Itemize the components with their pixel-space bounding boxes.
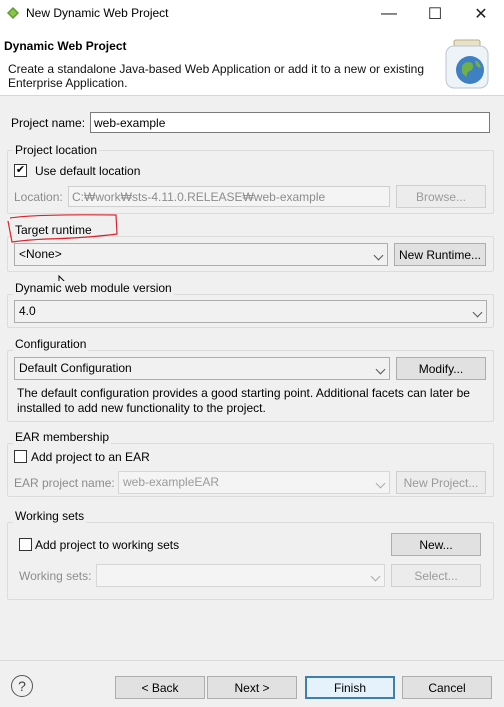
red-annotation-circle (6, 212, 120, 244)
chevron-down-icon (375, 364, 386, 375)
configuration-select[interactable]: Default Configuration (14, 357, 390, 380)
add-to-working-sets-checkbox[interactable] (19, 538, 32, 551)
working-sets-label: Working sets: (19, 569, 92, 583)
chevron-down-icon (370, 571, 381, 582)
next-button[interactable]: Next > (207, 676, 297, 699)
configuration-title: Configuration (13, 337, 89, 351)
window-title: New Dynamic Web Project (26, 6, 169, 20)
configuration-note: The default configuration provides a goo… (17, 386, 470, 415)
minimize-button[interactable]: — (366, 0, 412, 28)
globe-jar-icon (440, 36, 496, 92)
module-version-value: 4.0 (19, 304, 36, 318)
close-button[interactable]: ✕ (458, 0, 504, 28)
new-runtime-button[interactable]: New Runtime... (394, 243, 486, 266)
ear-project-name-label: EAR project name: (14, 476, 115, 490)
target-runtime-select[interactable]: <None> (14, 243, 388, 266)
select-working-sets-button[interactable]: Select... (391, 564, 481, 587)
new-ear-project-button[interactable]: New Project... (396, 471, 486, 494)
module-version-select[interactable]: 4.0 (14, 300, 487, 323)
working-sets-select[interactable] (96, 564, 385, 587)
browse-button[interactable]: Browse... (396, 185, 486, 208)
target-runtime-value: <None> (19, 247, 62, 261)
finish-button[interactable]: Finish (305, 676, 395, 699)
checkmark-icon: ✔ (15, 164, 26, 176)
wizard-description: Create a standalone Java-based Web Appli… (8, 62, 425, 90)
ear-project-name-value: web-exampleEAR (123, 475, 220, 489)
back-button[interactable]: < Back (115, 676, 205, 699)
project-location-title: Project location (13, 143, 100, 157)
ear-project-name-select[interactable]: web-exampleEAR (118, 471, 390, 494)
app-icon (6, 6, 20, 20)
configuration-value: Default Configuration (19, 361, 132, 375)
chevron-down-icon (373, 250, 384, 261)
location-label: Location: (14, 190, 63, 204)
help-icon[interactable]: ? (11, 675, 33, 697)
working-sets-title: Working sets (13, 509, 87, 523)
use-default-location-label: Use default location (35, 164, 141, 178)
module-version-title: Dynamic web module version (13, 281, 174, 295)
cancel-button[interactable]: Cancel (402, 676, 492, 699)
chevron-down-icon (375, 478, 386, 489)
project-name-input[interactable]: web-example (90, 112, 490, 133)
add-to-working-sets-label: Add project to working sets (35, 538, 180, 552)
maximize-button[interactable]: ☐ (412, 0, 458, 28)
new-working-set-button[interactable]: New... (391, 533, 481, 556)
location-input[interactable]: C:₩work₩sts-4.11.0.RELEASE₩web-example (68, 186, 390, 207)
wizard-title: Dynamic Web Project (4, 39, 127, 53)
add-to-ear-checkbox[interactable] (14, 450, 27, 463)
chevron-down-icon (472, 307, 483, 318)
ear-membership-title: EAR membership (13, 430, 112, 444)
footer-separator (0, 660, 504, 661)
project-name-label: Project name: (11, 116, 86, 130)
add-to-ear-label: Add project to an EAR (31, 450, 150, 464)
use-default-location-checkbox[interactable]: ✔ (14, 164, 27, 177)
modify-button[interactable]: Modify... (396, 357, 486, 380)
